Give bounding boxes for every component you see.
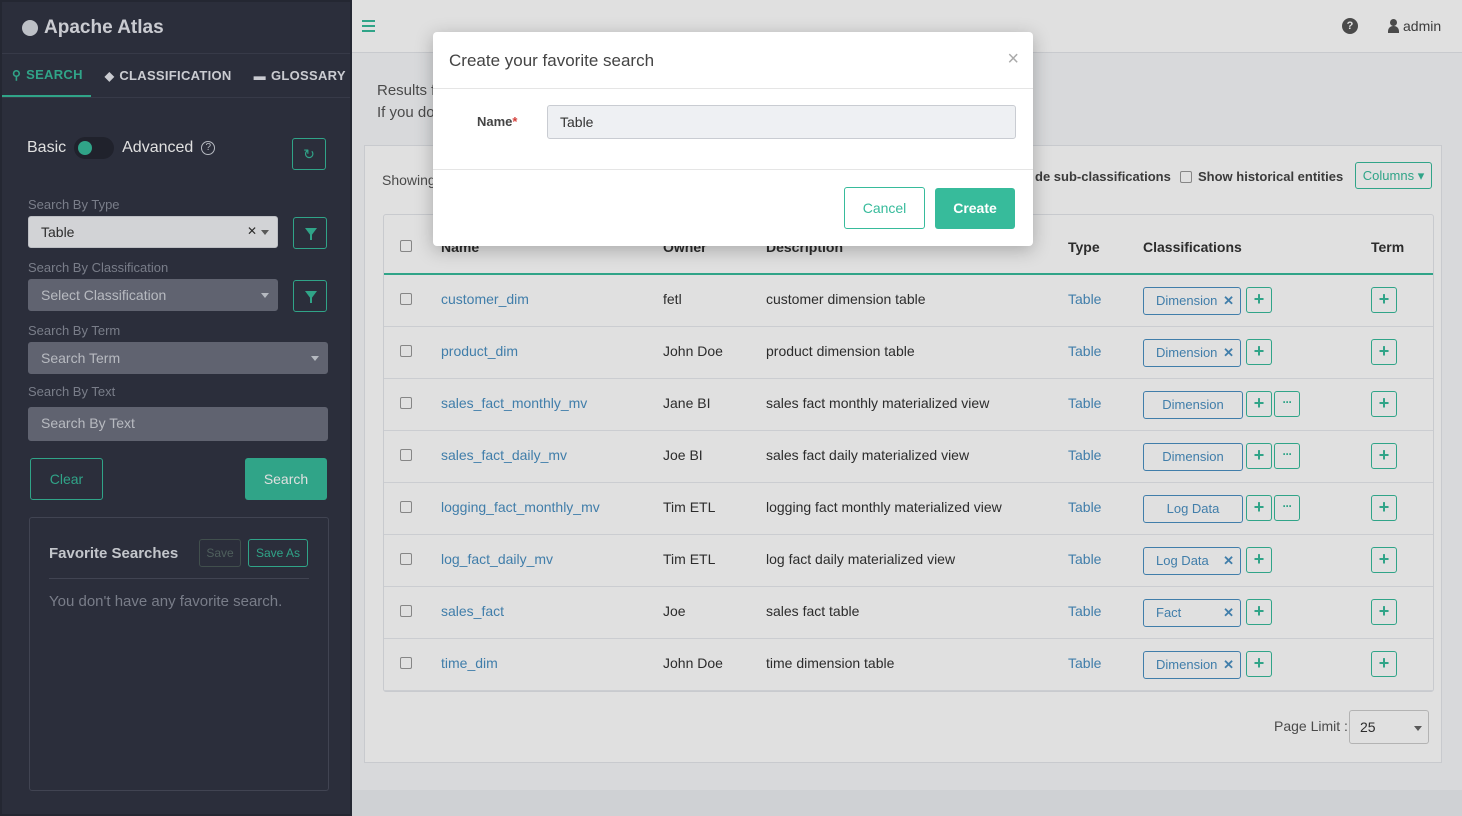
name-label: Name* (477, 114, 517, 129)
name-input[interactable] (547, 105, 1016, 139)
name-label-text: Name (477, 114, 513, 129)
close-icon[interactable]: × (1007, 48, 1019, 71)
create-button[interactable]: Create (935, 188, 1015, 229)
modal-title: Create your favorite search (449, 51, 655, 70)
cancel-button[interactable]: Cancel (844, 187, 925, 229)
app-root: Apache Atlas ⚲ SEARCH ◆ CLASSIFICATION ▬… (0, 0, 1462, 816)
modal-divider (433, 169, 1033, 170)
favorite-search-modal: Create your favorite search × Name* Canc… (433, 32, 1033, 246)
modal-header: Create your favorite search × (433, 32, 1033, 89)
required-mark: * (512, 114, 518, 129)
